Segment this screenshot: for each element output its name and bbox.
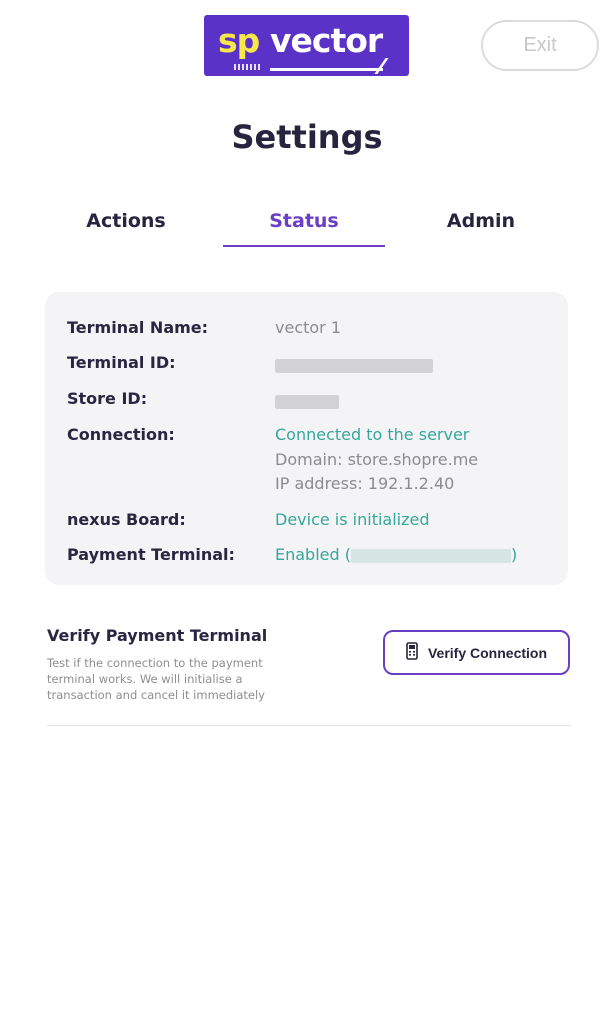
logo-slash [374, 58, 389, 74]
nexus-board-label: nexus Board: [67, 510, 186, 529]
store-id-label: Store ID: [67, 389, 148, 408]
logo-underline [270, 68, 383, 71]
connection-domain: Domain: store.shopre.me [275, 450, 479, 469]
tab-status[interactable]: Status [223, 210, 385, 232]
logo-vector-text: vector [270, 21, 383, 60]
page-title: Settings [231, 118, 383, 156]
terminal-id-value-redacted [275, 355, 433, 374]
tab-admin[interactable]: Admin [425, 210, 537, 232]
payment-terminal-icon [406, 642, 418, 663]
terminal-name-label: Terminal Name: [67, 318, 209, 337]
exit-button[interactable]: Exit [481, 20, 599, 71]
logo-sp-text: sp [218, 21, 260, 60]
terminal-id-label: Terminal ID: [67, 353, 176, 372]
logo-dots [234, 64, 260, 70]
connection-ip: IP address: 192.1.2.40 [275, 474, 455, 493]
verify-description: Test if the connection to the payment te… [47, 656, 265, 702]
terminal-name-value: vector 1 [275, 318, 342, 337]
store-id-value-redacted [275, 391, 339, 410]
tab-actions[interactable]: Actions [70, 210, 182, 232]
connection-label: Connection: [67, 425, 175, 444]
payment-terminal-id-redacted [350, 548, 511, 563]
verify-connection-button[interactable]: Verify Connection [383, 630, 570, 675]
payment-terminal-label: Payment Terminal: [67, 545, 235, 564]
section-divider [47, 725, 571, 726]
nexus-board-value: Device is initialized [275, 510, 430, 529]
payment-terminal-value: Enabled () [275, 545, 517, 564]
payment-terminal-suffix: ) [510, 545, 518, 564]
active-tab-indicator [223, 245, 385, 247]
app-logo: sp vector [204, 15, 409, 76]
verify-connection-label: Verify Connection [427, 644, 548, 661]
payment-terminal-prefix: Enabled ( [275, 545, 351, 564]
connection-status: Connected to the server [275, 425, 470, 444]
verify-title: Verify Payment Terminal [47, 626, 268, 645]
